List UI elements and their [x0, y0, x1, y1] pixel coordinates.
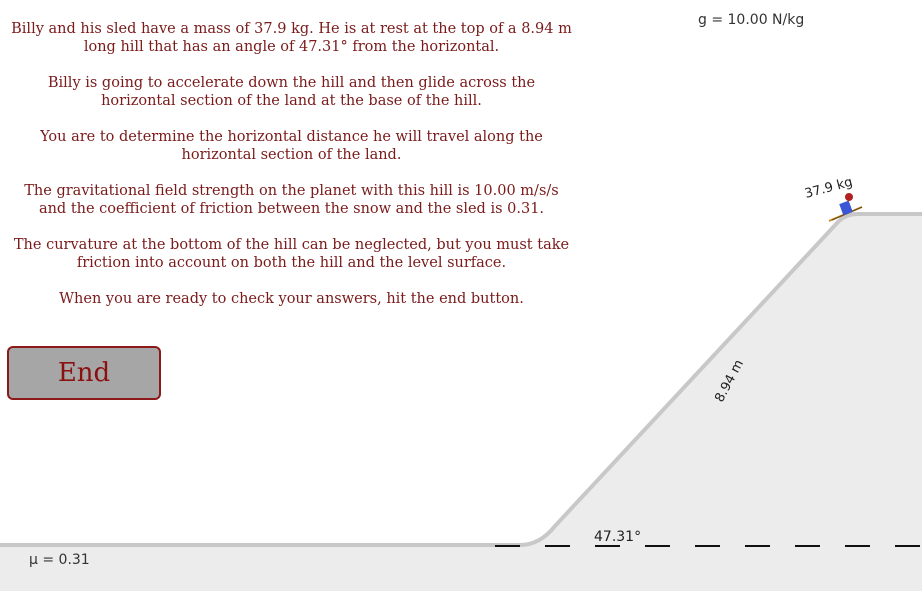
friction-readout: μ = 0.31: [29, 552, 90, 568]
ground-surface: [0, 214, 922, 591]
hill-diagram: 47.31° 8.94 m 37.9 kg: [0, 175, 922, 591]
angle-label: 47.31°: [594, 529, 641, 545]
gravity-readout: g = 10.00 N/kg: [698, 12, 805, 28]
